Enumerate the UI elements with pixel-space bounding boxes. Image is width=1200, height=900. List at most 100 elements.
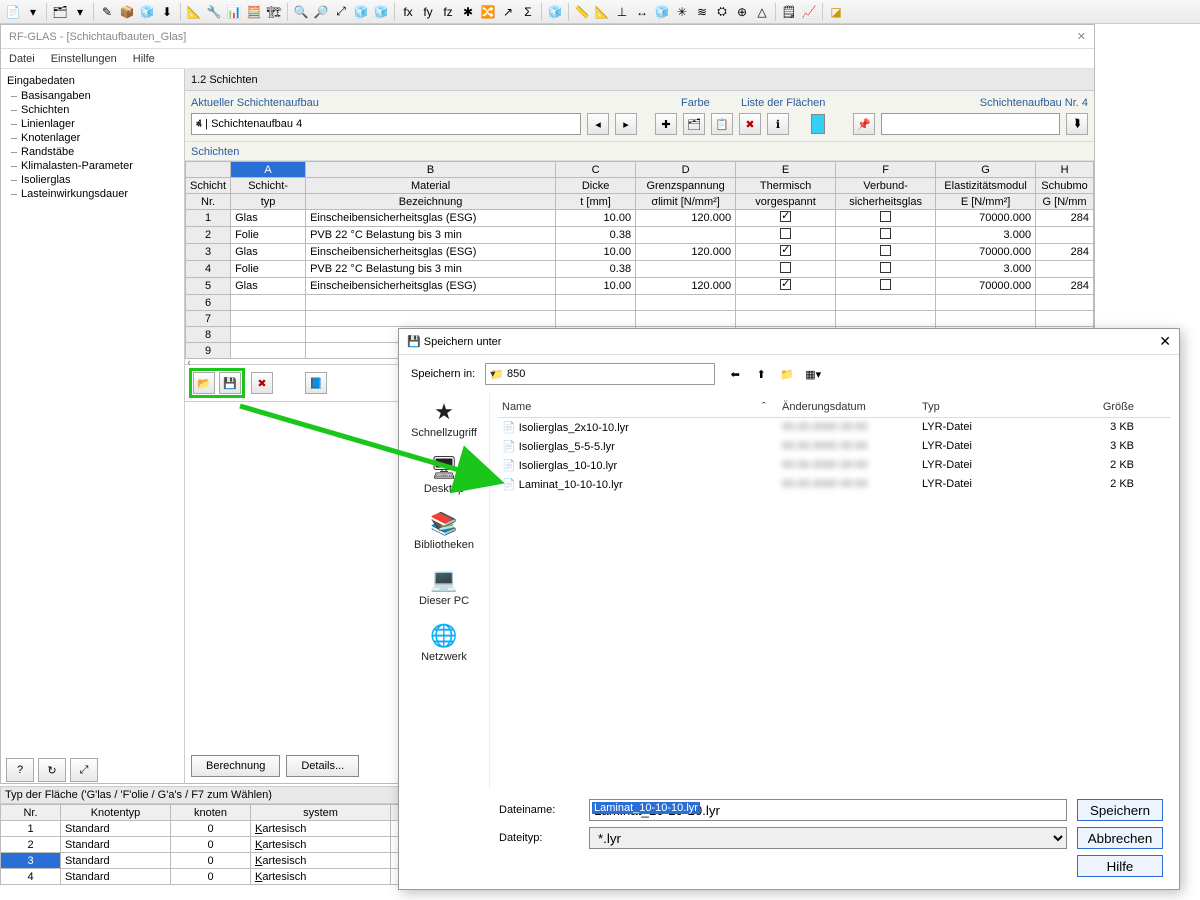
up-icon[interactable]: ⬆ bbox=[751, 364, 771, 384]
file-row[interactable]: 📄 Isolierglas_5-5-5.lyr00.00.0000 00:00L… bbox=[498, 437, 1171, 456]
tb-icon[interactable]: 📊 bbox=[225, 3, 243, 21]
views-icon[interactable]: ▦▾ bbox=[803, 364, 823, 384]
tree-item[interactable]: Schichten bbox=[5, 103, 180, 117]
tree-item[interactable]: Isolierglas bbox=[5, 173, 180, 187]
tb-icon[interactable]: ✱ bbox=[459, 3, 477, 21]
tb-icon[interactable]: 📐 bbox=[185, 3, 203, 21]
tb-icon[interactable]: ⬇ bbox=[158, 3, 176, 21]
details-button[interactable]: Details... bbox=[286, 755, 359, 777]
delete-layer-button[interactable]: ✖ bbox=[251, 372, 273, 394]
expand-button[interactable]: ⤢ bbox=[70, 758, 98, 782]
place-item[interactable]: 📚Bibliotheken bbox=[414, 511, 474, 551]
prev-button[interactable]: ◂ bbox=[587, 113, 609, 135]
tb-icon[interactable]: 🧊 bbox=[352, 3, 370, 21]
tree-item[interactable]: Lasteinwirkungsdauer bbox=[5, 187, 180, 201]
menu-einstellungen[interactable]: Einstellungen bbox=[51, 53, 117, 65]
grid-row[interactable]: 7 bbox=[186, 311, 1094, 327]
menu-hilfe[interactable]: Hilfe bbox=[133, 53, 155, 65]
tb-icon[interactable]: fx bbox=[399, 3, 417, 21]
tb-icon[interactable]: ⊥ bbox=[613, 3, 631, 21]
grid-row[interactable]: 5 Glas Einscheibensicherheitsglas (ESG) … bbox=[186, 278, 1094, 295]
berechnung-button[interactable]: Berechnung bbox=[191, 755, 280, 777]
tb-icon[interactable]: 📦 bbox=[118, 3, 136, 21]
new-folder-icon[interactable]: 📁 bbox=[777, 364, 797, 384]
grid-row[interactable]: 1 Glas Einscheibensicherheitsglas (ESG) … bbox=[186, 210, 1094, 227]
place-item[interactable]: ★Schnellzugriff bbox=[411, 399, 477, 439]
tb-icon[interactable]: 🏗 bbox=[265, 3, 283, 21]
tb-icon[interactable]: ↔ bbox=[633, 3, 651, 21]
open-button[interactable]: 📂 bbox=[193, 372, 215, 394]
tb-icon[interactable]: 📐 bbox=[593, 3, 611, 21]
close-icon[interactable]: ✕ bbox=[1077, 30, 1086, 43]
copy-button[interactable]: 📋 bbox=[711, 113, 733, 135]
tb-icon[interactable]: 🔍 bbox=[292, 3, 310, 21]
file-row[interactable]: 📄 Laminat_10-10-10.lyr00.00.0000 00:00LY… bbox=[498, 475, 1171, 494]
help-button[interactable]: ? bbox=[6, 758, 34, 782]
tree-item[interactable]: Knotenlager bbox=[5, 131, 180, 145]
refresh-button[interactable]: ↻ bbox=[38, 758, 66, 782]
tree-item[interactable]: Basisangaben bbox=[5, 89, 180, 103]
lib-button[interactable]: 🗂 bbox=[683, 113, 705, 135]
tb-icon[interactable]: 🔀 bbox=[479, 3, 497, 21]
tb-icon[interactable]: ◪ bbox=[827, 3, 845, 21]
tb-icon[interactable]: ▾ bbox=[71, 3, 89, 21]
tb-icon[interactable]: Σ bbox=[519, 3, 537, 21]
next-button[interactable]: ▸ bbox=[615, 113, 637, 135]
folder-combo[interactable]: 📁 850 ▾ bbox=[485, 363, 715, 385]
pick-button[interactable]: 📌 bbox=[853, 113, 875, 135]
tb-icon[interactable]: 🧮 bbox=[245, 3, 263, 21]
color-swatch[interactable] bbox=[811, 114, 825, 134]
tb-icon[interactable]: 🗒 bbox=[780, 3, 798, 21]
tb-icon[interactable]: ⛭ bbox=[713, 3, 731, 21]
tb-icon[interactable]: fy bbox=[419, 3, 437, 21]
menu-datei[interactable]: Datei bbox=[9, 53, 35, 65]
filetype-select[interactable]: *.lyr bbox=[589, 827, 1067, 849]
select-button[interactable]: ⮯ bbox=[1066, 113, 1088, 135]
tb-icon[interactable]: ↗ bbox=[499, 3, 517, 21]
info-button[interactable]: ℹ bbox=[767, 113, 789, 135]
aufbau-combo[interactable]: 4 | Schichtenaufbau 4▾ bbox=[191, 113, 581, 135]
save-button[interactable]: Speichern bbox=[1077, 799, 1163, 821]
tb-icon[interactable]: 🧊 bbox=[372, 3, 390, 21]
file-row[interactable]: 📄 Isolierglas_2x10-10.lyr00.00.0000 00:0… bbox=[498, 418, 1171, 437]
book-button[interactable]: 📘 bbox=[305, 372, 327, 394]
tb-icon[interactable]: ✎ bbox=[98, 3, 116, 21]
tb-icon[interactable]: 📏 bbox=[573, 3, 591, 21]
tb-icon[interactable]: ⤢ bbox=[332, 3, 350, 21]
place-item[interactable]: 🖥Desktop bbox=[424, 455, 464, 495]
grid-row[interactable]: 4 Folie PVB 22 °C Belastung bis 3 min 0.… bbox=[186, 261, 1094, 278]
tb-icon[interactable]: ≋ bbox=[693, 3, 711, 21]
delete-button[interactable]: ✖ bbox=[739, 113, 761, 135]
tree-item[interactable]: Klimalasten-Parameter bbox=[5, 159, 180, 173]
close-icon[interactable]: ✕ bbox=[1159, 333, 1171, 350]
tb-icon[interactable]: ✳ bbox=[673, 3, 691, 21]
tree-root[interactable]: Eingabedaten bbox=[5, 73, 180, 89]
place-item[interactable]: 💻Dieser PC bbox=[419, 567, 469, 607]
tb-icon[interactable]: 🗂 bbox=[51, 3, 69, 21]
help-button[interactable]: Hilfe bbox=[1077, 855, 1163, 877]
back-icon[interactable]: ⬅ bbox=[725, 364, 745, 384]
tb-icon[interactable]: 🧊 bbox=[138, 3, 156, 21]
place-item[interactable]: 🌐Netzwerk bbox=[421, 623, 467, 663]
tb-icon[interactable]: 🔧 bbox=[205, 3, 223, 21]
tb-icon[interactable]: 🔎 bbox=[312, 3, 330, 21]
file-list[interactable]: Name ˆ Änderungsdatum Typ Größe 📄 Isolie… bbox=[489, 393, 1179, 789]
cancel-button[interactable]: Abbrechen bbox=[1077, 827, 1163, 849]
tb-icon[interactable]: 📄 bbox=[4, 3, 22, 21]
tb-icon[interactable]: 🧊 bbox=[653, 3, 671, 21]
file-row[interactable]: 📄 Isolierglas_10-10.lyr00.00.0000 00:00L… bbox=[498, 456, 1171, 475]
grid-row[interactable]: 2 Folie PVB 22 °C Belastung bis 3 min 0.… bbox=[186, 227, 1094, 244]
flaechen-input[interactable] bbox=[881, 113, 1060, 135]
tb-icon[interactable]: ▾ bbox=[24, 3, 42, 21]
tb-icon[interactable]: ⊕ bbox=[733, 3, 751, 21]
save-button[interactable]: 💾 bbox=[219, 372, 241, 394]
grid-row[interactable]: 3 Glas Einscheibensicherheitsglas (ESG) … bbox=[186, 244, 1094, 261]
tb-icon[interactable]: fz bbox=[439, 3, 457, 21]
tb-icon[interactable]: 🧊 bbox=[546, 3, 564, 21]
tb-icon[interactable]: △ bbox=[753, 3, 771, 21]
tb-icon[interactable]: 📈 bbox=[800, 3, 818, 21]
new-button[interactable]: ✚ bbox=[655, 113, 677, 135]
tree-item[interactable]: Linienlager bbox=[5, 117, 180, 131]
grid-row[interactable]: 6 bbox=[186, 295, 1094, 311]
tree-item[interactable]: Randstäbe bbox=[5, 145, 180, 159]
